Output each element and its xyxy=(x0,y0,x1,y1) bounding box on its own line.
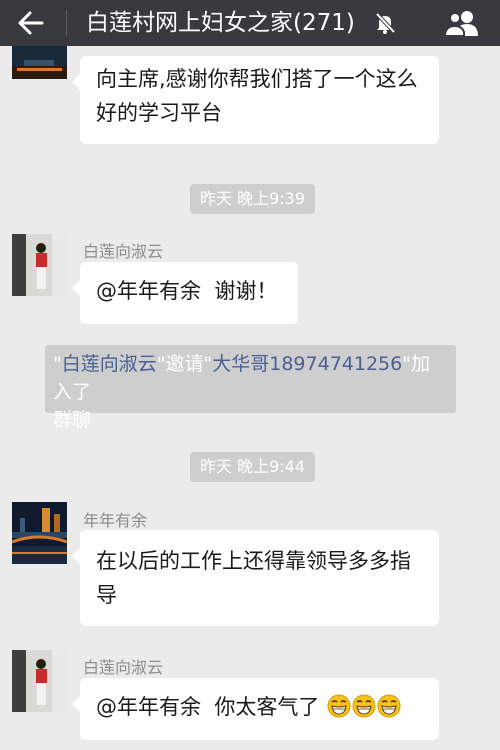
grin-emoji-icon xyxy=(327,694,351,718)
grin-emoji-icon xyxy=(352,694,376,718)
grin-emoji-icon xyxy=(377,694,401,718)
avatar[interactable] xyxy=(12,502,67,564)
timestamp: 昨天 晚上9:44 xyxy=(190,452,316,482)
timestamp: 昨天 晚上9:39 xyxy=(190,184,316,214)
message-text-line2: 好的学习平台 xyxy=(96,101,222,125)
sender-name: 白莲向淑云 xyxy=(83,242,164,261)
group-members-icon[interactable] xyxy=(443,8,480,38)
header-divider xyxy=(66,10,67,36)
message-bubble[interactable]: 在以后的工作上还得靠领导多多指 导 xyxy=(72,530,439,626)
sender-name: 白莲向淑云 xyxy=(83,658,164,677)
mute-bell-icon xyxy=(374,12,396,34)
message-bubble[interactable]: @年年有余 谢谢！ xyxy=(72,262,298,324)
system-notice: "白莲向淑云"邀请"大华哥18974741256"加入了 群聊 xyxy=(45,345,456,431)
message-text: @年年有余 你太客气了 xyxy=(96,695,320,719)
message-text: @年年有余 谢谢！ xyxy=(96,279,278,303)
message-text: 向主席,感谢你帮我们搭了一个这么 xyxy=(96,67,418,91)
message-text: 在以后的工作上还得靠领导多多指 xyxy=(96,549,411,573)
message-bubble[interactable]: 向主席,感谢你帮我们搭了一个这么 好的学习平台 xyxy=(72,56,439,144)
sender-name: 年年有余 xyxy=(83,511,148,530)
avatar[interactable] xyxy=(12,650,67,712)
system-notice-line2: 群聊 xyxy=(53,409,92,431)
back-arrow-icon[interactable] xyxy=(16,8,46,38)
chat-header: 白莲村网上妇女之家(271) xyxy=(0,0,500,46)
avatar[interactable] xyxy=(12,234,67,296)
system-notice-line1: "白莲向淑云"邀请"大华哥18974741256"加入了 xyxy=(53,353,430,403)
inviter-name-link[interactable]: 白莲向淑云 xyxy=(62,353,157,375)
message-bubble[interactable]: @年年有余 你太客气了 xyxy=(72,678,439,740)
chat-title: 白莲村网上妇女之家(271) xyxy=(86,10,355,36)
invitee-name-link[interactable]: 大华哥18974741256 xyxy=(212,353,402,375)
avatar[interactable] xyxy=(12,46,67,79)
message-text-line2: 导 xyxy=(96,583,117,607)
